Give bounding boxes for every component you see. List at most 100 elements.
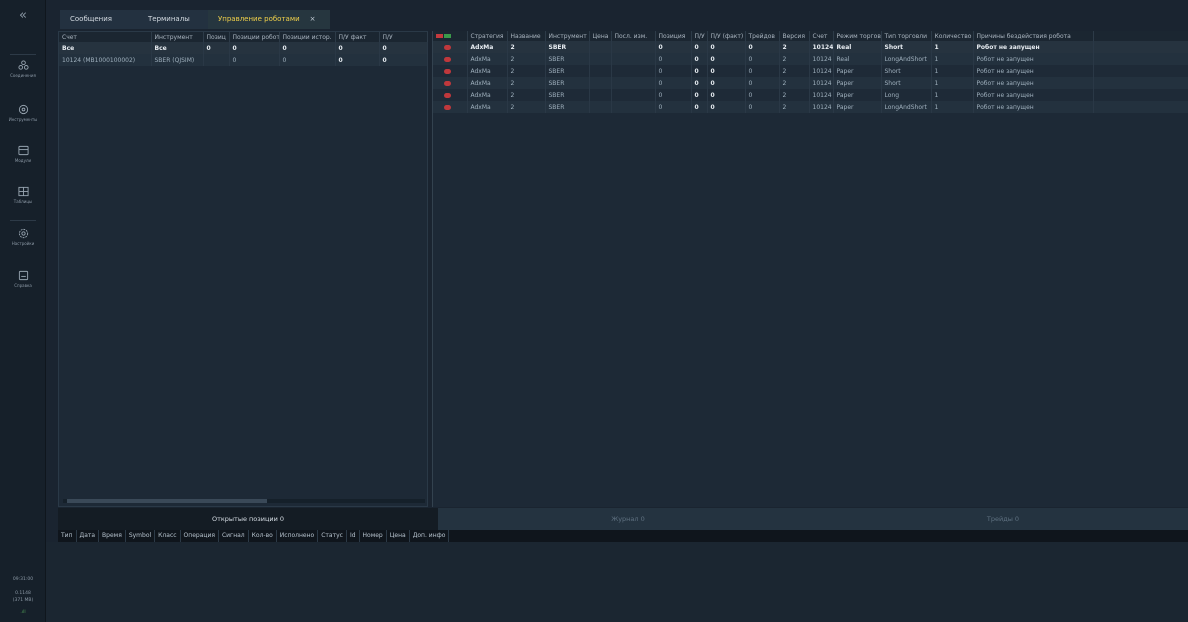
horizontal-scrollbar[interactable] — [63, 499, 425, 503]
column-header[interactable]: Счет — [809, 31, 834, 41]
column-header[interactable]: Инструмент — [545, 31, 590, 41]
table-cell: 10124 — [809, 77, 834, 89]
start-all-icon[interactable] — [444, 34, 451, 38]
robot-stopped-icon[interactable] — [444, 92, 451, 98]
table-header-row: Счет Инструмент Позиц Позиции робот Пози… — [59, 32, 428, 42]
column-header[interactable]: Тип торговли — [881, 31, 932, 41]
robot-status-cell[interactable] — [433, 89, 468, 101]
sidebar-item-modules[interactable]: Модули — [0, 145, 46, 175]
column-header[interactable]: Операция — [181, 530, 219, 542]
column-header[interactable]: Позиц — [203, 32, 230, 42]
table-row[interactable]: AdxMa 2 SBER 0 0 0 0 2 10124 Paper Short 1 Робот не … — [433, 77, 1188, 89]
scrollbar-thumb[interactable] — [67, 499, 267, 503]
column-header[interactable]: Время — [99, 530, 126, 542]
column-header[interactable]: Тип — [58, 530, 77, 542]
column-header[interactable]: Инструмент — [151, 32, 204, 42]
table-row[interactable]: AdxMa 2 SBER 0 0 0 0 2 10124 Paper Long 1 Робот не з… — [433, 89, 1188, 101]
tab-label: Управление роботами — [218, 15, 300, 23]
column-header[interactable]: Трейдов — [745, 31, 780, 41]
robot-status-cell[interactable] — [433, 41, 468, 53]
table-cell: 2 — [779, 89, 810, 101]
column-header[interactable]: Сигнал — [219, 530, 249, 542]
table-cell — [611, 41, 656, 53]
table-row[interactable]: AdxMa 2 SBER 0 0 0 0 2 10124 Real LongAndShort 1 Роб… — [433, 53, 1188, 65]
column-header[interactable]: Исполнено — [277, 530, 319, 542]
table-cell: 0 — [691, 89, 708, 101]
sidebar-item-connections[interactable]: Соединения — [0, 60, 46, 90]
robot-status-cell[interactable] — [433, 65, 468, 77]
column-header[interactable]: Посл. изм. — [611, 31, 656, 41]
column-header[interactable]: Класс — [155, 530, 181, 542]
column-header[interactable]: Цена — [387, 530, 410, 542]
sidebar-item-help[interactable]: Справка — [0, 270, 46, 300]
table-cell: 2 — [779, 65, 810, 77]
tab-terminals[interactable]: Терминалы — [138, 10, 208, 29]
column-header[interactable]: Id — [347, 530, 360, 542]
robots-panel: Стратегия Название Инструмент Цена Посл.… — [432, 31, 1188, 507]
column-header[interactable]: Цена — [589, 31, 612, 41]
column-header[interactable]: Название — [507, 31, 546, 41]
table-cell: 2 — [507, 101, 546, 113]
robot-stopped-icon[interactable] — [444, 80, 451, 86]
robot-status-cell[interactable] — [433, 77, 468, 89]
sidebar-item-settings[interactable]: Настройки — [0, 228, 46, 258]
column-header[interactable]: Позиция — [655, 31, 692, 41]
column-header[interactable]: Доп. инфо — [410, 530, 450, 542]
column-header[interactable]: П/У — [379, 32, 428, 42]
table-cell: 10124 — [809, 65, 834, 77]
column-header[interactable]: Версия — [779, 31, 810, 41]
robot-stopped-icon[interactable] — [444, 68, 451, 74]
table-cell: Short — [881, 65, 932, 77]
column-header[interactable]: Причины бездействия робота — [973, 31, 1094, 41]
close-tab-icon[interactable]: × — [310, 15, 316, 23]
column-header[interactable]: П/У — [691, 31, 708, 41]
table-cell-empty — [1093, 77, 1188, 89]
column-header[interactable]: Дата — [77, 530, 100, 542]
tab-trades[interactable]: Трейды 0 — [818, 508, 1188, 530]
table-cell: 0 — [335, 54, 380, 66]
tab-robot-management[interactable]: Управление роботами × — [208, 10, 330, 29]
table-cell — [589, 89, 612, 101]
column-header[interactable]: Количество — [931, 31, 974, 41]
table-cell: 0 — [707, 53, 746, 65]
column-header[interactable]: Статус — [318, 530, 347, 542]
table-row[interactable]: AdxMa 2 SBER 0 0 0 0 2 10124 Paper Short 1 Робот не … — [433, 65, 1188, 77]
robot-stopped-icon[interactable] — [444, 44, 451, 50]
tab-open-positions[interactable]: Открытые позиции 0 — [58, 508, 438, 530]
table-cell: SBER — [545, 101, 590, 113]
column-header[interactable]: Номер — [360, 530, 387, 542]
table-cell: Real — [833, 53, 882, 65]
column-header[interactable]: Счет — [59, 32, 152, 42]
table-cell: 1 — [931, 41, 974, 53]
robot-status-cell[interactable] — [433, 101, 468, 113]
tab-messages[interactable]: Сообщения — [60, 10, 138, 29]
table-row[interactable]: AdxMa 2 SBER 0 0 0 0 2 10124 Real Short 1 Робот не з… — [433, 41, 1188, 53]
column-header[interactable]: Стратегия — [467, 31, 508, 41]
table-row[interactable]: 10124 (MB1000100002) SBER (QJSIM) 0 0 0 … — [59, 54, 428, 66]
sidebar-collapse-button[interactable]: « — [0, 6, 46, 26]
sidebar-item-tables[interactable]: Таблицы — [0, 186, 46, 216]
column-header[interactable]: П/У факт — [335, 32, 380, 42]
column-header[interactable]: Позиции робот — [229, 32, 280, 42]
table-row[interactable]: AdxMa 2 SBER 0 0 0 0 2 10124 Paper LongAndShort 1 Ро… — [433, 101, 1188, 113]
tab-journal[interactable]: Журнал 0 — [438, 508, 818, 530]
sidebar-item-instruments[interactable]: Инструменты — [0, 104, 46, 134]
table-cell: 10124 — [809, 53, 834, 65]
table-row[interactable]: Все Все 0 0 0 0 0 — [59, 42, 428, 54]
column-header[interactable]: Symbol — [126, 530, 156, 542]
robot-stopped-icon[interactable] — [444, 104, 451, 110]
table-cell: AdxMa — [467, 77, 508, 89]
column-header[interactable]: Режим торгов — [833, 31, 882, 41]
robot-status-cell[interactable] — [433, 53, 468, 65]
column-header[interactable]: Кол-во — [249, 530, 277, 542]
robot-stopped-icon[interactable] — [444, 56, 451, 62]
table-cell: Все — [151, 42, 204, 54]
table-cell: Робот не запущен — [973, 101, 1094, 113]
column-header[interactable]: Позиции истор. — [279, 32, 336, 42]
table-cell: 0 — [745, 53, 780, 65]
table-cell: 1 — [931, 53, 974, 65]
table-cell: 0 — [203, 42, 230, 54]
table-cell: AdxMa — [467, 89, 508, 101]
stop-all-icon[interactable] — [436, 34, 443, 38]
column-header[interactable]: П/У (факт) — [707, 31, 746, 41]
